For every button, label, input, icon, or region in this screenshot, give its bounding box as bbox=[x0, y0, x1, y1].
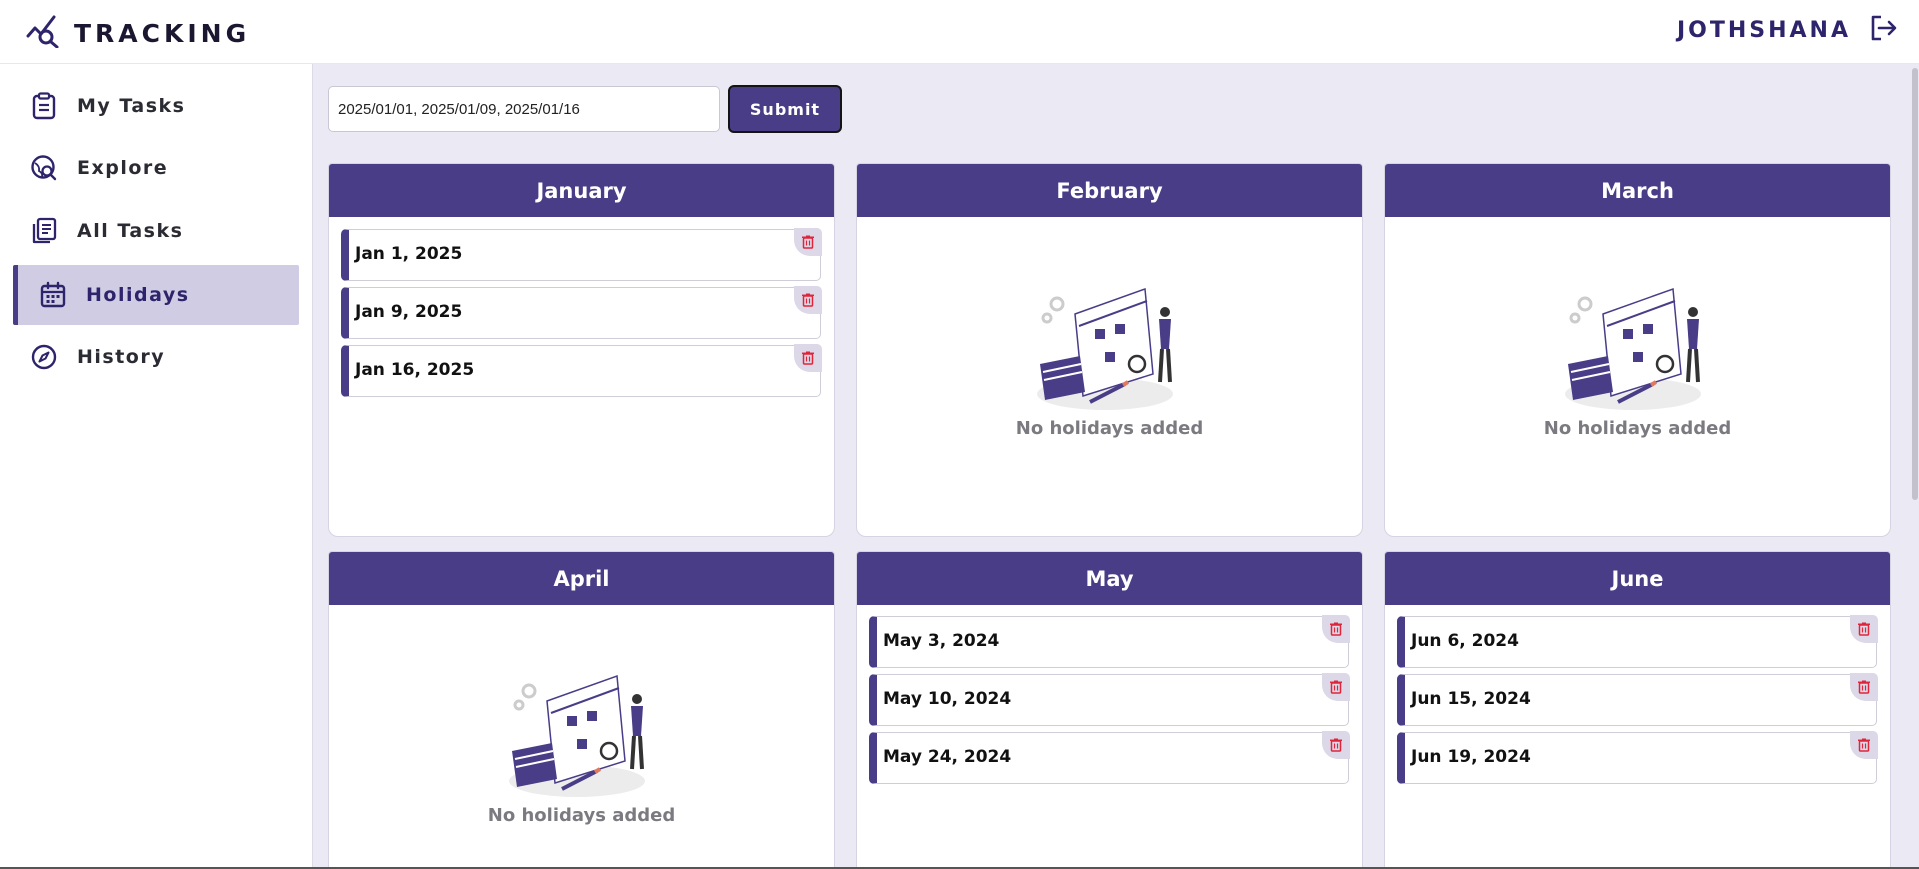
main-content: Submit January Jan 1, 2025 Jan 9, 2025 J… bbox=[313, 64, 1919, 869]
holiday-date: Jan 1, 2025 bbox=[355, 244, 463, 264]
holiday-item: Jun 6, 2024 bbox=[1397, 615, 1878, 668]
sidebar-item-label: My Tasks bbox=[77, 95, 186, 117]
holiday-item: Jan 1, 2025 bbox=[341, 228, 822, 281]
compass-icon bbox=[29, 342, 59, 372]
document-stack-icon bbox=[29, 216, 59, 246]
month-title: February bbox=[857, 164, 1362, 217]
holiday-item: Jan 16, 2025 bbox=[341, 344, 822, 397]
month-title: April bbox=[329, 552, 834, 605]
sidebar-item-my-tasks[interactable]: My Tasks bbox=[13, 76, 299, 136]
holiday-item: Jan 9, 2025 bbox=[341, 286, 822, 339]
trash-icon bbox=[1858, 680, 1870, 694]
holiday-date: Jun 15, 2024 bbox=[1411, 689, 1531, 709]
sidebar-item-history[interactable]: History bbox=[13, 327, 299, 387]
holiday-item: May 10, 2024 bbox=[869, 673, 1350, 726]
holiday-item: Jun 15, 2024 bbox=[1397, 673, 1878, 726]
sidebar-item-label: History bbox=[77, 346, 166, 368]
delete-holiday-button[interactable] bbox=[1850, 615, 1878, 643]
trash-icon bbox=[802, 293, 814, 307]
main-scrollbar[interactable] bbox=[1911, 64, 1919, 869]
trash-icon bbox=[1330, 622, 1342, 636]
calendar-illustration-icon bbox=[1036, 287, 1173, 410]
month-title: June bbox=[1385, 552, 1890, 605]
clipboard-icon bbox=[29, 91, 59, 121]
calendar-illustration-icon bbox=[508, 674, 645, 797]
sidebar-item-holidays[interactable]: Holidays bbox=[13, 265, 299, 325]
month-title: January bbox=[329, 164, 834, 217]
sidebar-item-all-tasks[interactable]: All Tasks bbox=[13, 201, 299, 261]
trash-icon bbox=[1858, 738, 1870, 752]
trash-icon bbox=[1330, 680, 1342, 694]
holiday-date: Jan 9, 2025 bbox=[355, 302, 463, 322]
month-title: March bbox=[1385, 164, 1890, 217]
trash-icon bbox=[1330, 738, 1342, 752]
scrollbar-thumb[interactable] bbox=[1912, 68, 1918, 500]
month-card-february: February No holidays added bbox=[856, 163, 1363, 537]
empty-message: No holidays added bbox=[1543, 418, 1732, 439]
submit-button[interactable]: Submit bbox=[728, 85, 842, 133]
sidebar-item-label: Holidays bbox=[86, 284, 190, 306]
top-bar: TRACKING JOTHSHANA bbox=[0, 0, 1919, 64]
holiday-dates-input[interactable] bbox=[328, 86, 720, 132]
holiday-item: May 3, 2024 bbox=[869, 615, 1350, 668]
holiday-date: May 3, 2024 bbox=[883, 631, 1000, 651]
holiday-date: Jan 16, 2025 bbox=[355, 360, 475, 380]
holiday-date: May 24, 2024 bbox=[883, 747, 1012, 767]
empty-message: No holidays added bbox=[1015, 418, 1204, 439]
delete-holiday-button[interactable] bbox=[794, 286, 822, 314]
holiday-date: Jun 6, 2024 bbox=[1411, 631, 1519, 651]
month-card-march: March No holidays added bbox=[1384, 163, 1891, 537]
delete-holiday-button[interactable] bbox=[1850, 731, 1878, 759]
sidebar-item-label: Explore bbox=[77, 157, 169, 179]
month-card-january: January Jan 1, 2025 Jan 9, 2025 Jan 16, … bbox=[328, 163, 835, 537]
empty-state: No holidays added bbox=[1385, 284, 1890, 439]
delete-holiday-button[interactable] bbox=[1322, 731, 1350, 759]
sidebar: My Tasks Explore All Tasks Holidays Hist… bbox=[0, 64, 313, 869]
trash-icon bbox=[1858, 622, 1870, 636]
user-area: JOTHSHANA bbox=[1677, 14, 1897, 47]
tracking-logo-icon bbox=[26, 14, 60, 53]
globe-search-icon bbox=[29, 153, 59, 183]
sidebar-item-label: All Tasks bbox=[77, 220, 184, 242]
user-name: JOTHSHANA bbox=[1676, 18, 1851, 43]
brand-name: TRACKING bbox=[74, 19, 251, 48]
holiday-item: Jun 19, 2024 bbox=[1397, 731, 1878, 784]
empty-state: No holidays added bbox=[329, 671, 834, 826]
month-card-april: April No holidays added bbox=[328, 551, 835, 869]
month-card-may: May May 3, 2024 May 10, 2024 May 24, 202… bbox=[856, 551, 1363, 869]
delete-holiday-button[interactable] bbox=[1322, 615, 1350, 643]
holiday-date: Jun 19, 2024 bbox=[1411, 747, 1531, 767]
month-title: May bbox=[857, 552, 1362, 605]
delete-holiday-button[interactable] bbox=[1850, 673, 1878, 701]
empty-state: No holidays added bbox=[857, 284, 1362, 439]
calendar-illustration-icon bbox=[1564, 287, 1701, 410]
brand[interactable]: TRACKING bbox=[26, 14, 250, 53]
empty-message: No holidays added bbox=[487, 805, 676, 826]
holiday-date: May 10, 2024 bbox=[883, 689, 1012, 709]
delete-holiday-button[interactable] bbox=[794, 344, 822, 372]
delete-holiday-button[interactable] bbox=[1322, 673, 1350, 701]
calendar-icon bbox=[38, 280, 68, 310]
trash-icon bbox=[802, 351, 814, 365]
month-card-june: June Jun 6, 2024 Jun 15, 2024 Jun 19, 20… bbox=[1384, 551, 1891, 869]
delete-holiday-button[interactable] bbox=[794, 228, 822, 256]
logout-icon[interactable] bbox=[1869, 14, 1897, 47]
holiday-item: May 24, 2024 bbox=[869, 731, 1350, 784]
trash-icon bbox=[802, 235, 814, 249]
sidebar-item-explore[interactable]: Explore bbox=[13, 138, 299, 198]
